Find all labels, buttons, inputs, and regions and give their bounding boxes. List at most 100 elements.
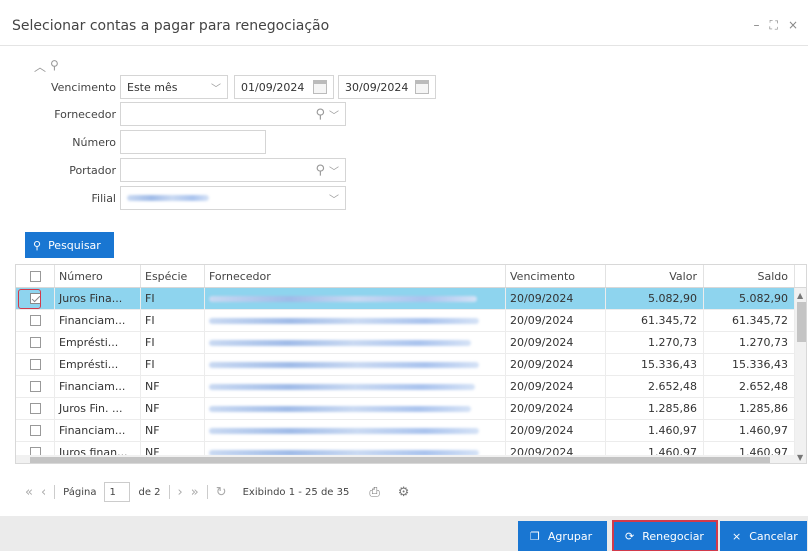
table-row[interactable]: Financiam... NF 20/09/2024 2.652,48 2.652,48 bbox=[16, 376, 795, 398]
chevron-down-icon[interactable]: ﹀ bbox=[329, 163, 339, 178]
cell-fornecedor bbox=[205, 420, 506, 441]
cell-numero: Emprésti... bbox=[55, 354, 141, 375]
table-row[interactable]: Financiam... NF 20/09/2024 1.460,97 1.460,97 bbox=[16, 420, 795, 442]
cell-vencimento: 20/09/2024 bbox=[506, 354, 606, 375]
search-icon[interactable]: ⚲ bbox=[315, 163, 325, 178]
column-header[interactable]: Número bbox=[55, 265, 141, 287]
column-header[interactable]: Saldo bbox=[704, 265, 795, 287]
fornecedor-row: Fornecedor ⚲ ﹀ bbox=[0, 102, 346, 126]
vertical-scrollbar[interactable]: ▲ ▼ bbox=[795, 288, 806, 463]
cell-saldo: 15.336,43 bbox=[704, 354, 795, 375]
search-icon: ⚲ bbox=[33, 238, 42, 252]
cancelar-button[interactable]: × Cancelar bbox=[720, 521, 807, 551]
cell-vencimento: 20/09/2024 bbox=[506, 398, 606, 419]
cell-valor: 2.652,48 bbox=[606, 376, 704, 397]
cell-vencimento: 20/09/2024 bbox=[506, 310, 606, 331]
chevron-down-icon[interactable]: ﹀ bbox=[329, 107, 339, 122]
collapse-filters-toggle[interactable]: ︿ ⚲ bbox=[34, 58, 59, 75]
close-icon[interactable]: × bbox=[788, 18, 798, 33]
agrupar-button[interactable]: ❐ Agrupar bbox=[518, 521, 607, 551]
last-page-icon[interactable]: » bbox=[191, 485, 199, 500]
pagination-bar: « ‹ Página 1 de 2 › » ↻ Exibindo 1 - 25 … bbox=[25, 480, 409, 504]
group-icon: ❐ bbox=[530, 529, 540, 543]
previous-page-icon[interactable]: ‹ bbox=[41, 485, 46, 500]
row-checkbox[interactable] bbox=[29, 425, 41, 436]
search-button[interactable]: ⚲ Pesquisar bbox=[25, 232, 114, 258]
start-date-field[interactable]: 01/09/2024 bbox=[234, 75, 334, 99]
cell-fornecedor bbox=[205, 332, 506, 353]
row-checkbox[interactable] bbox=[29, 403, 41, 414]
chevron-down-icon: ﹀ bbox=[329, 194, 339, 206]
minimize-icon[interactable]: – bbox=[754, 18, 760, 33]
scroll-thumb[interactable] bbox=[797, 302, 806, 342]
table-row[interactable]: Juros Fina... FI 20/09/2024 5.082,90 5.082,9… bbox=[16, 288, 795, 310]
horizontal-scrollbar[interactable] bbox=[16, 455, 795, 463]
column-header[interactable]: Valor bbox=[606, 265, 704, 287]
print-icon[interactable]: ⎙ bbox=[369, 485, 379, 500]
next-page-icon[interactable]: › bbox=[178, 485, 183, 500]
column-header[interactable]: Fornecedor bbox=[205, 265, 506, 287]
cell-valor: 1.270,73 bbox=[606, 332, 704, 353]
scroll-thumb[interactable] bbox=[30, 457, 770, 463]
calendar-icon[interactable] bbox=[313, 80, 327, 94]
cell-especie: NF bbox=[141, 420, 205, 441]
cell-saldo: 1.285,86 bbox=[704, 398, 795, 419]
table-row[interactable]: Emprésti... FI 20/09/2024 1.270,73 1.270,73 bbox=[16, 332, 795, 354]
settings-gears-icon[interactable]: ⚙ bbox=[398, 485, 410, 500]
row-checkbox[interactable] bbox=[29, 359, 41, 370]
numero-field[interactable] bbox=[120, 130, 266, 154]
cell-fornecedor bbox=[205, 354, 506, 375]
portador-field[interactable]: ⚲ ﹀ bbox=[120, 158, 346, 182]
calendar-icon[interactable] bbox=[415, 80, 429, 94]
row-checkbox[interactable] bbox=[29, 315, 41, 326]
fornecedor-field[interactable]: ⚲ ﹀ bbox=[120, 102, 346, 126]
end-date-field[interactable]: 30/09/2024 bbox=[338, 75, 436, 99]
filial-row: Filial ﹀ bbox=[0, 186, 346, 210]
column-header[interactable]: Espécie bbox=[141, 265, 205, 287]
period-select[interactable]: Este mês ﹀ bbox=[120, 75, 228, 99]
divider bbox=[168, 485, 170, 499]
redacted-value bbox=[209, 405, 471, 412]
filter-panel: ︿ ⚲ Vencimento Este mês ﹀ 01/09/2024 30/… bbox=[0, 50, 808, 230]
renegotiate-icon: ⟳ bbox=[625, 529, 635, 543]
cell-especie: NF bbox=[141, 376, 205, 397]
table-row[interactable]: Financiam... FI 20/09/2024 61.345,72 61.345,… bbox=[16, 310, 795, 332]
column-header[interactable]: Vencimento bbox=[506, 265, 606, 287]
cell-vencimento: 20/09/2024 bbox=[506, 288, 606, 309]
row-checkbox-cell bbox=[16, 376, 55, 397]
refresh-icon[interactable]: ↻ bbox=[216, 485, 227, 500]
table-row[interactable]: Juros Fin. ... NF 20/09/2024 1.285,86 1.285,… bbox=[16, 398, 795, 420]
scroll-up-icon[interactable]: ▲ bbox=[797, 291, 803, 300]
numero-label: Número bbox=[72, 135, 116, 149]
divider bbox=[54, 485, 56, 499]
scroll-down-icon[interactable]: ▼ bbox=[797, 453, 803, 462]
search-icon[interactable]: ⚲ bbox=[315, 107, 325, 122]
selection-highlight bbox=[18, 289, 41, 309]
cell-saldo: 61.345,72 bbox=[704, 310, 795, 331]
table-row[interactable]: Emprésti... FI 20/09/2024 15.336,43 15.336,4… bbox=[16, 354, 795, 376]
cell-especie: FI bbox=[141, 310, 205, 331]
row-checkbox[interactable] bbox=[29, 381, 41, 392]
select-all-checkbox[interactable] bbox=[29, 270, 41, 282]
page-number-input[interactable]: 1 bbox=[104, 482, 131, 502]
row-checkbox-cell bbox=[16, 420, 55, 441]
maximize-icon[interactable]: ⛶ bbox=[770, 18, 778, 33]
page-total-label: de 2 bbox=[138, 486, 161, 498]
redacted-value bbox=[127, 195, 209, 201]
cell-valor: 1.460,97 bbox=[606, 420, 704, 441]
portador-row: Portador ⚲ ﹀ bbox=[0, 158, 346, 182]
cell-valor: 61.345,72 bbox=[606, 310, 704, 331]
numero-row: Número bbox=[0, 130, 266, 154]
cell-saldo: 2.652,48 bbox=[704, 376, 795, 397]
first-page-icon[interactable]: « bbox=[25, 485, 33, 500]
cell-saldo: 5.082,90 bbox=[704, 288, 795, 309]
filial-label: Filial bbox=[91, 191, 117, 205]
row-checkbox-cell bbox=[16, 310, 55, 331]
cell-numero: Emprésti... bbox=[55, 332, 141, 353]
renegociar-button[interactable]: ⟳ Renegociar bbox=[612, 520, 718, 551]
filial-select[interactable]: ﹀ bbox=[120, 186, 346, 210]
vencimento-row: Vencimento Este mês ﹀ 01/09/2024 30/09/2… bbox=[0, 75, 436, 99]
cell-numero: Juros Fina... bbox=[55, 288, 141, 309]
row-checkbox-cell bbox=[16, 288, 55, 309]
row-checkbox[interactable] bbox=[29, 337, 41, 348]
